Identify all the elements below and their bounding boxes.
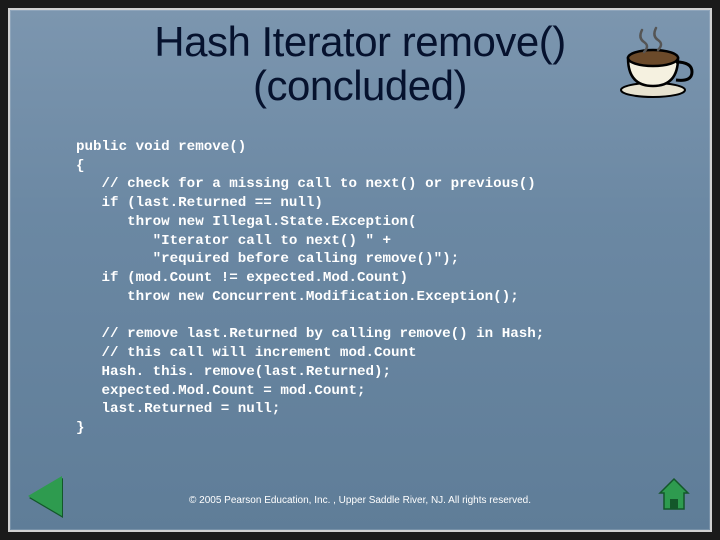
home-icon <box>658 477 690 511</box>
slide-container: Hash Iterator remove() (concluded) publi… <box>8 8 712 532</box>
code-line: "required before calling remove()"); <box>76 251 459 267</box>
code-line: // this call will increment mod.Count <box>76 345 417 361</box>
code-line: if (last.Returned == null) <box>76 195 323 211</box>
code-line: } <box>76 420 85 436</box>
title-line-2: (concluded) <box>253 62 467 109</box>
prev-arrow-icon <box>28 476 62 516</box>
home-button[interactable] <box>658 477 690 516</box>
code-line: throw new Illegal.State.Exception( <box>76 214 417 230</box>
prev-slide-button[interactable] <box>28 476 62 516</box>
teacup-icon <box>610 24 696 102</box>
code-line: if (mod.Count != expected.Mod.Count) <box>76 270 408 286</box>
code-line: { <box>76 158 85 174</box>
copyright-footer: © 2005 Pearson Education, Inc. , Upper S… <box>10 495 710 506</box>
code-line: public void remove() <box>76 139 246 155</box>
slide-title: Hash Iterator remove() (concluded) <box>10 10 710 108</box>
next-home-nav <box>658 477 692 516</box>
title-line-1: Hash Iterator remove() <box>154 18 565 65</box>
code-line: throw new Concurrent.Modification.Except… <box>76 289 519 305</box>
code-line: expected.Mod.Count = mod.Count; <box>76 383 365 399</box>
code-block: public void remove() { // check for a mi… <box>76 138 670 438</box>
code-line: "Iterator call to next() " + <box>76 233 391 249</box>
code-line: last.Returned = null; <box>76 401 280 417</box>
code-line: // remove last.Returned by calling remov… <box>76 326 544 342</box>
code-line: // check for a missing call to next() or… <box>76 176 536 192</box>
code-line: Hash. this. remove(last.Returned); <box>76 364 391 380</box>
